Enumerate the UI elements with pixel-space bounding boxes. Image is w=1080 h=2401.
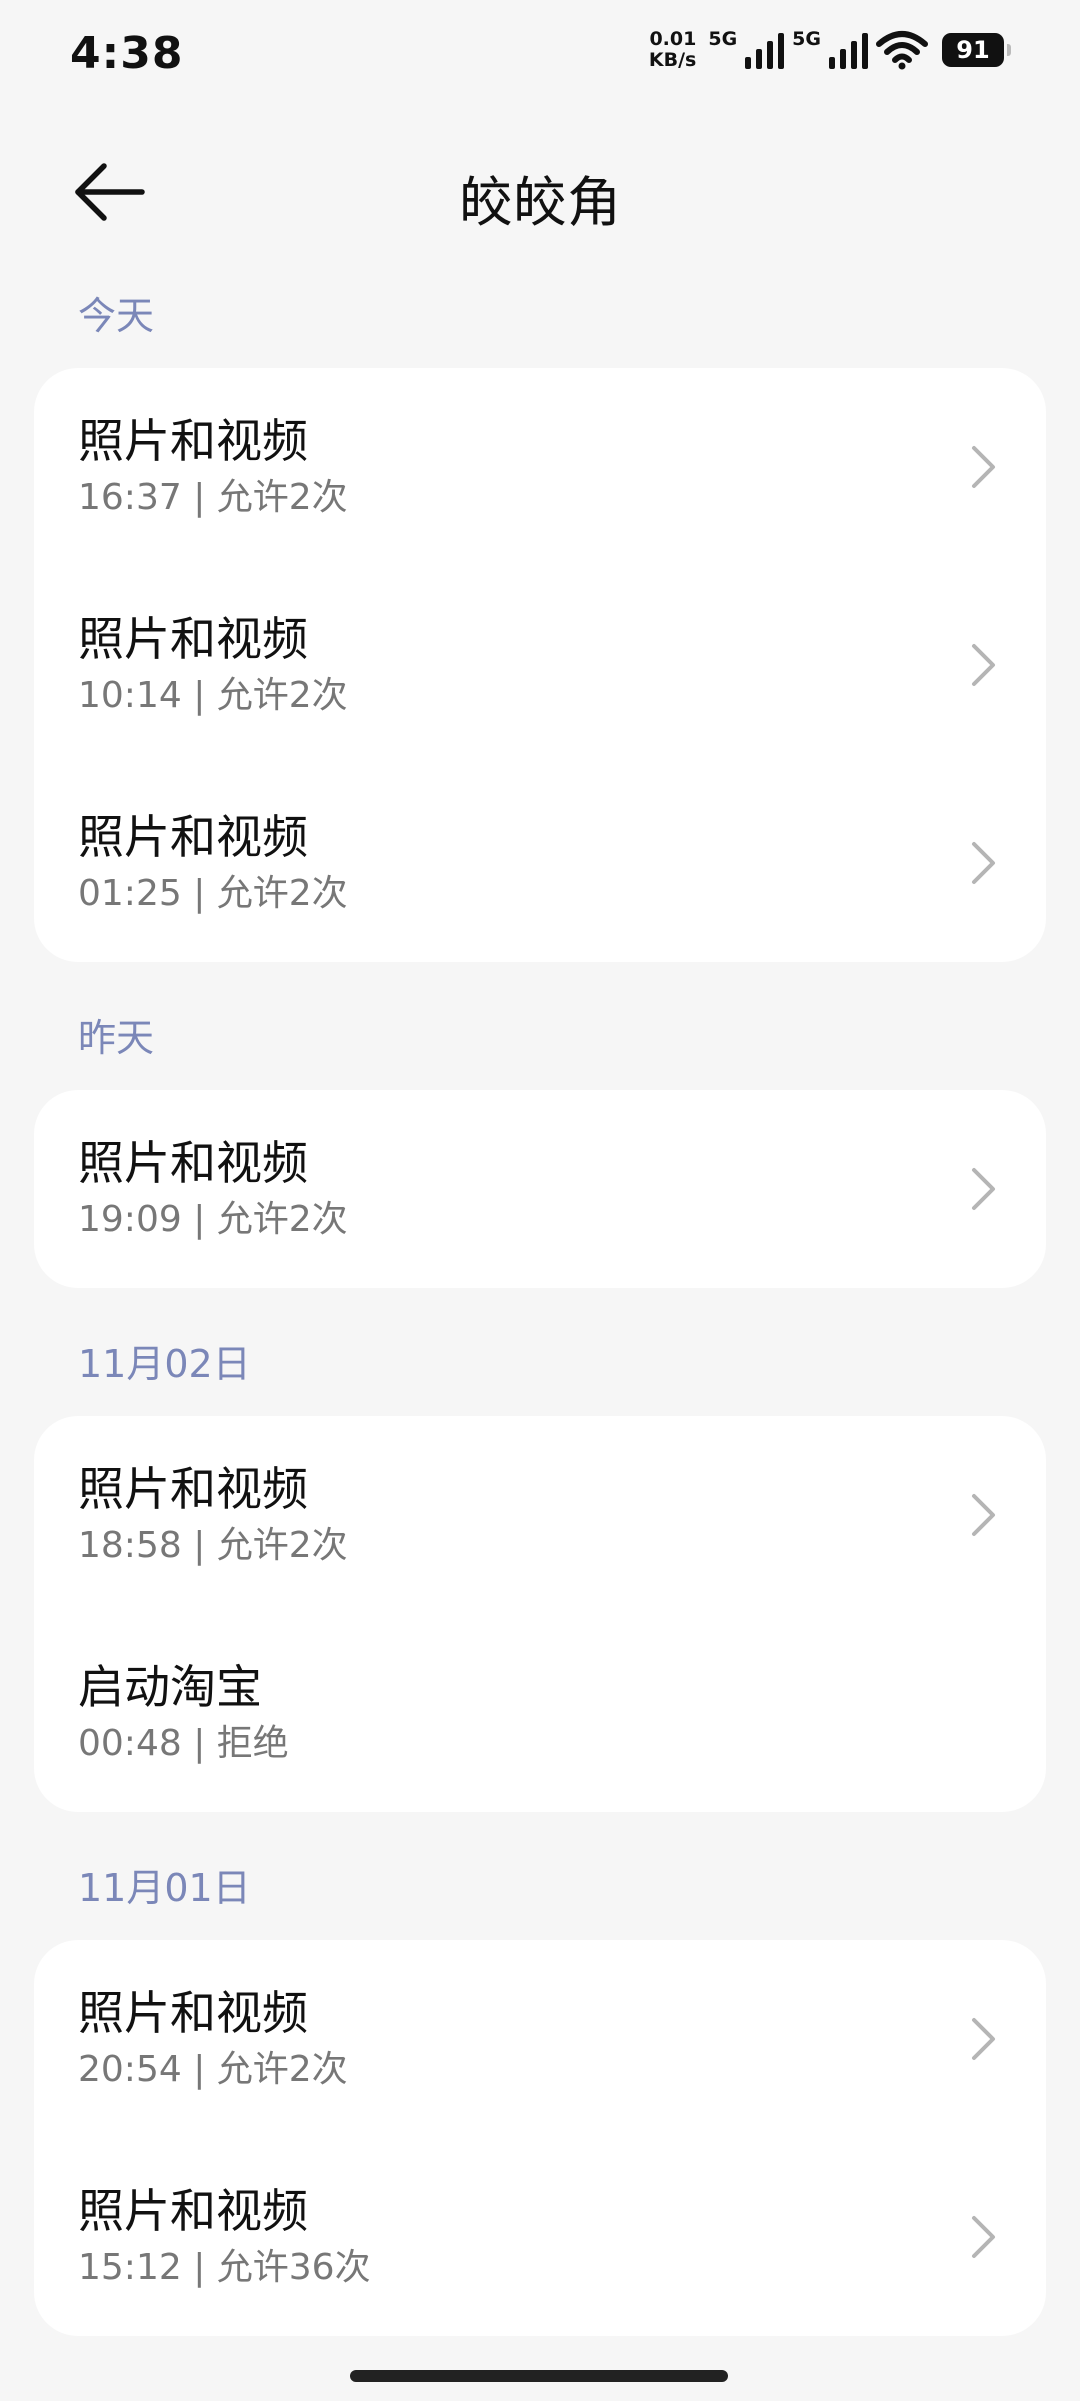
record-detail: 01:25 | 允许2次: [78, 873, 348, 914]
record-row[interactable]: 照片和视频 01:25 | 允许2次: [34, 764, 1046, 962]
record-detail: 20:54 | 允许2次: [78, 2049, 348, 2090]
network-speed: 0.01 KB/s: [649, 29, 696, 71]
record-title: 照片和视频: [78, 810, 308, 864]
record-row[interactable]: 照片和视频 15:12 | 允许36次: [34, 2138, 1046, 2336]
section-label: 11月01日: [78, 1866, 251, 1910]
section-nov-01: 11月01日 照片和视频 20:54 | 允许2次 照片和视频 15:12 | …: [0, 1852, 1080, 2336]
status-icons: 0.01 KB/s 5G 5G 91: [649, 26, 1011, 74]
signal-icon: [829, 31, 868, 69]
record-row: 启动淘宝 00:48 | 拒绝: [34, 1614, 1046, 1812]
battery-icon: 91: [942, 33, 1011, 67]
record-title: 照片和视频: [78, 1136, 308, 1190]
record-card: 照片和视频 16:37 | 允许2次 照片和视频 10:14 | 允许2次 照片…: [34, 368, 1046, 962]
section-label: 昨天: [78, 1016, 155, 1060]
signal-icon: [745, 31, 785, 69]
permission-history-list: 今天 照片和视频 16:37 | 允许2次 照片和视频 10:14 | 允许2次…: [0, 280, 1080, 2376]
network-speed-unit: KB/s: [648, 49, 697, 71]
section-nov-02: 11月02日 照片和视频 18:58 | 允许2次 启动淘宝 00:48 | 拒…: [0, 1328, 1080, 1812]
record-card: 照片和视频 18:58 | 允许2次 启动淘宝 00:48 | 拒绝: [34, 1416, 1046, 1812]
chevron-right-icon: [972, 842, 995, 884]
network-type-1: 5G: [708, 28, 738, 50]
battery-level: 91: [956, 36, 990, 64]
section-label: 11月02日: [78, 1342, 251, 1386]
section-yesterday: 昨天 照片和视频 19:09 | 允许2次: [0, 1002, 1080, 1288]
section-today: 今天 照片和视频 16:37 | 允许2次 照片和视频 10:14 | 允许2次…: [0, 280, 1080, 962]
record-detail: 00:48 | 拒绝: [78, 1723, 289, 1764]
record-title: 照片和视频: [78, 414, 308, 468]
chevron-right-icon: [972, 2216, 995, 2258]
record-detail: 15:12 | 允许36次: [78, 2247, 371, 2288]
network-type-2: 5G: [792, 28, 821, 50]
record-detail: 19:09 | 允许2次: [78, 1199, 348, 1240]
home-indicator[interactable]: [350, 2370, 728, 2382]
record-row[interactable]: 照片和视频 16:37 | 允许2次: [34, 368, 1046, 566]
chevron-right-icon: [972, 2018, 995, 2060]
chevron-right-icon: [972, 1168, 995, 1210]
record-title: 照片和视频: [78, 2184, 308, 2238]
header: 皎皎角: [0, 130, 1080, 260]
record-card: 照片和视频 19:09 | 允许2次: [34, 1090, 1046, 1288]
record-title: 照片和视频: [78, 612, 308, 666]
record-title: 启动淘宝: [78, 1660, 262, 1714]
section-label: 今天: [78, 294, 155, 338]
chevron-right-icon: [972, 446, 995, 488]
record-detail: 10:14 | 允许2次: [78, 675, 348, 716]
record-row[interactable]: 照片和视频 19:09 | 允许2次: [34, 1090, 1046, 1288]
network-speed-value: 0.01: [649, 28, 697, 50]
record-card: 照片和视频 20:54 | 允许2次 照片和视频 15:12 | 允许36次: [34, 1940, 1046, 2336]
status-time: 4:38: [70, 28, 184, 79]
record-detail: 18:58 | 允许2次: [78, 1525, 348, 1566]
screen: 4:38 0.01 KB/s 5G 5G 91 皎皎角 今天 照片和视频 16:…: [0, 0, 1080, 2401]
record-row[interactable]: 照片和视频 18:58 | 允许2次: [34, 1416, 1046, 1614]
record-title: 照片和视频: [78, 1986, 308, 2040]
record-row[interactable]: 照片和视频 20:54 | 允许2次: [34, 1940, 1046, 2138]
page-title: 皎皎角: [459, 171, 621, 234]
wifi-icon: [876, 31, 928, 70]
status-bar: 4:38 0.01 KB/s 5G 5G 91: [0, 0, 1080, 100]
chevron-right-icon: [972, 1494, 995, 1536]
record-row[interactable]: 照片和视频 10:14 | 允许2次: [34, 566, 1046, 764]
record-detail: 16:37 | 允许2次: [78, 477, 348, 518]
chevron-right-icon: [972, 644, 995, 686]
record-title: 照片和视频: [78, 1462, 308, 1516]
